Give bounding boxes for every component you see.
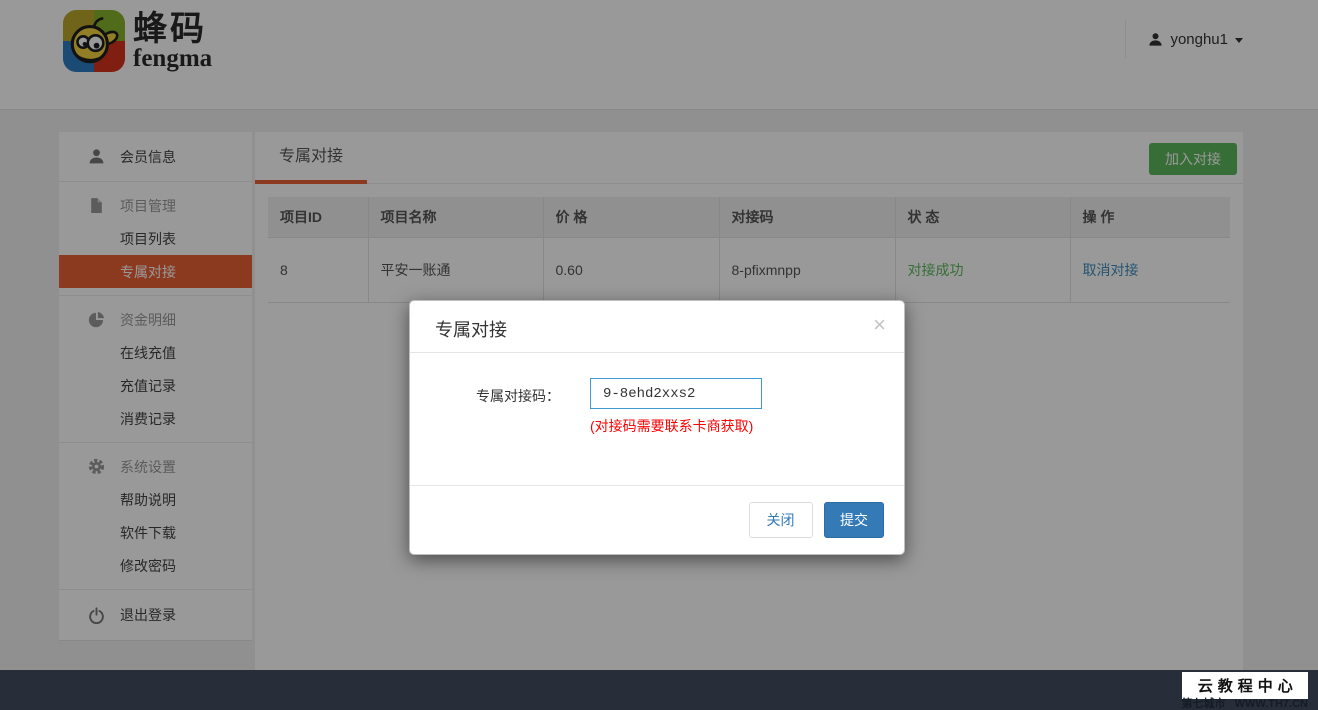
modal-close-button[interactable]: 关闭	[749, 502, 813, 538]
docking-code-label: 专属对接码：	[410, 378, 560, 436]
docking-code-input[interactable]	[590, 378, 762, 409]
modal-title: 专属对接	[435, 316, 507, 342]
watermark: 云教程中心 第七城市 WWW.TH7.CN	[1182, 672, 1309, 710]
docking-code-hint: (对接码需要联系卡商获取)	[590, 416, 762, 436]
modal-submit-button[interactable]: 提交	[824, 502, 884, 538]
watermark-text: 第七城市 WWW.TH7.CN	[1182, 699, 1309, 710]
docking-code-form-row: 专属对接码： (对接码需要联系卡商获取)	[410, 353, 904, 436]
modal-footer: 关闭 提交	[410, 485, 904, 554]
tutorial-center-badge[interactable]: 云教程中心	[1182, 672, 1309, 699]
close-icon[interactable]: ×	[873, 314, 886, 336]
docking-modal: 专属对接 × 专属对接码： (对接码需要联系卡商获取) 关闭 提交	[409, 300, 905, 555]
docking-code-field: (对接码需要联系卡商获取)	[590, 378, 762, 436]
modal-header: 专属对接 ×	[410, 301, 904, 353]
modal-body: 专属对接码： (对接码需要联系卡商获取)	[410, 353, 904, 487]
